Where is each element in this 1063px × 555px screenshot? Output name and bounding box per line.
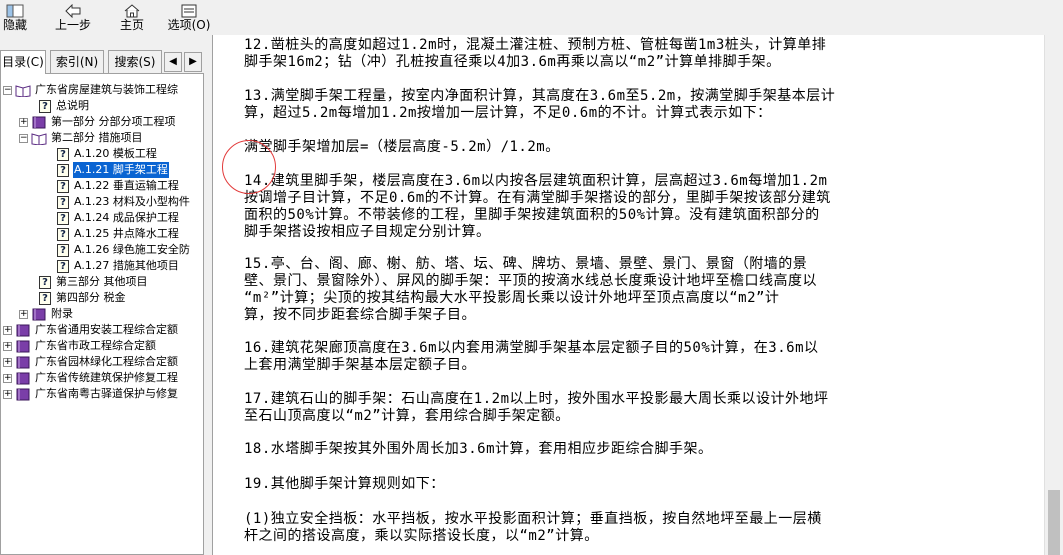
hide-button[interactable]: 隐藏	[0, 0, 30, 33]
help-page-icon: ?	[39, 291, 51, 305]
paragraph-19: 19.其他脚手架计算规则如下：	[244, 476, 445, 492]
nav-tabs: 目录(C) 索引(N) 搜索(S) ◀ ▶	[0, 50, 204, 74]
options-icon	[180, 4, 198, 18]
back-arrow-icon	[64, 4, 82, 18]
expand-icon[interactable]: +	[3, 389, 12, 399]
tab-search[interactable]: 搜索(S)	[108, 50, 162, 73]
paragraph-17: 17.建筑石山的脚手架：石山高度在1.2m以上时，按外围水平投影最大周长乘以设计…	[244, 391, 829, 424]
help-page-icon: ?	[57, 227, 69, 241]
tree-node-a123[interactable]: ? A.1.23 材料及小型构件	[57, 194, 191, 210]
expand-icon[interactable]: +	[3, 341, 12, 351]
help-page-icon: ?	[57, 243, 69, 257]
paragraph-15: 15.亭、台、阁、廊、榭、舫、塔、坛、碑、牌坊、景墙、景壁、景门、景窗（附墙的景…	[244, 256, 817, 323]
help-page-icon: ?	[39, 275, 51, 289]
closed-book-icon	[32, 308, 46, 320]
tree-node-other-3[interactable]: + 广东省园林绿化工程综合定额	[3, 354, 179, 370]
red-circle-annotation	[222, 140, 276, 194]
tree-node-appendix[interactable]: + 附录	[19, 306, 74, 322]
collapse-icon[interactable]: −	[19, 133, 28, 143]
collapse-icon[interactable]: −	[3, 85, 12, 95]
tree-node-a122[interactable]: ? A.1.22 垂直运输工程	[57, 178, 180, 194]
paragraph-13: 13.满堂脚手架工程量，按室内净面积计算，其高度在3.6m至5.2m，按满堂脚手…	[244, 88, 836, 121]
contents-tree: − 广东省房屋建筑与装饰工程综 ? 总说明 + 第一部分 分部分项工程项 − 第…	[0, 73, 204, 555]
tree-node-part1[interactable]: + 第一部分 分部分项工程项	[19, 114, 177, 130]
tree-node-a127[interactable]: ? A.1.27 措施其他项目	[57, 258, 180, 274]
help-page-icon: ?	[57, 147, 69, 161]
options-button[interactable]: 选项(O)	[166, 0, 212, 33]
closed-book-icon	[16, 388, 30, 400]
tab-scroll-left-button[interactable]: ◀	[164, 52, 182, 72]
tree-node-a124[interactable]: ? A.1.24 成品保护工程	[57, 210, 180, 226]
closed-book-icon	[32, 116, 46, 128]
home-icon	[123, 4, 141, 18]
scrollbar-thumb[interactable]	[1048, 490, 1060, 555]
help-content-pane: 12.凿桩头的高度如超过1.2m时，混凝土灌注桩、预制方桩、管桩每凿1m3桩头，…	[212, 35, 1045, 555]
tab-index[interactable]: 索引(N)	[50, 50, 104, 73]
closed-book-icon	[16, 324, 30, 336]
help-page-icon: ?	[57, 259, 69, 273]
tree-node-a125[interactable]: ? A.1.25 井点降水工程	[57, 226, 180, 242]
hide-icon	[6, 4, 24, 18]
tree-node-other-4[interactable]: + 广东省传统建筑保护修复工程	[3, 370, 179, 386]
expand-icon[interactable]: +	[3, 325, 12, 335]
paragraph-19-1: (1)独立安全挡板：水平挡板，按水平投影面积计算；垂直挡板，按自然地坪至最上一层…	[244, 511, 822, 544]
paragraph-16: 16.建筑花架廊顶高度在3.6m以内套用满堂脚手架基本层定额子目的50%计算，在…	[244, 340, 819, 373]
help-page-icon: ?	[57, 163, 69, 177]
navigation-pane: 目录(C) 索引(N) 搜索(S) ◀ ▶ − 广东省房屋建筑与装饰工程综 ? …	[0, 40, 204, 555]
tree-node-a121-selected[interactable]: ? A.1.21 脚手架工程	[57, 162, 169, 178]
tab-contents[interactable]: 目录(C)	[0, 50, 46, 74]
tree-node-other-1[interactable]: + 广东省通用安装工程综合定额	[3, 322, 179, 338]
tree-node-a126[interactable]: ? A.1.26 绿色施工安全防	[57, 242, 191, 258]
help-page-icon: ?	[39, 99, 51, 113]
closed-book-icon	[16, 340, 30, 352]
expand-icon[interactable]: +	[3, 357, 12, 367]
tree-node-root[interactable]: − 广东省房屋建筑与装饰工程综	[3, 82, 179, 98]
open-book-icon	[31, 132, 47, 145]
back-button[interactable]: 上一步	[53, 0, 93, 33]
paragraph-14: 14.建筑里脚手架，楼层高度在3.6m以内按各层建筑面积计算，层高超过3.6m每…	[244, 173, 831, 240]
home-button[interactable]: 主页	[117, 0, 147, 33]
expand-icon[interactable]: +	[19, 309, 28, 319]
paragraph-12: 12.凿桩头的高度如超过1.2m时，混凝土灌注桩、预制方桩、管桩每凿1m3桩头，…	[244, 37, 827, 70]
paragraph-18: 18.水塔脚手架按其外围外周长加3.6m计算，套用相应步距综合脚手架。	[244, 441, 713, 457]
toolbar: 隐藏 上一步 主页 选项(O)	[0, 0, 1063, 33]
vertical-scrollbar[interactable]	[1044, 35, 1063, 555]
open-book-icon	[15, 84, 31, 97]
expand-icon[interactable]: +	[3, 373, 12, 383]
closed-book-icon	[16, 372, 30, 384]
tree-node-part2[interactable]: − 第二部分 措施项目	[19, 130, 144, 146]
tree-node-a120[interactable]: ? A.1.20 模板工程	[57, 146, 158, 162]
tree-node-other-5[interactable]: + 广东省南粤古驿道保护与修复	[3, 386, 179, 402]
expand-icon[interactable]: +	[19, 117, 28, 127]
help-page-icon: ?	[57, 211, 69, 225]
formula-line: 满堂脚手架增加层=（楼层高度-5.2m）/1.2m。	[244, 139, 560, 155]
tree-node-part4[interactable]: ? 第四部分 税金	[39, 290, 127, 306]
help-page-icon: ?	[57, 179, 69, 193]
closed-book-icon	[16, 356, 30, 368]
tree-node-part3[interactable]: ? 第三部分 其他项目	[39, 274, 149, 290]
help-page-icon: ?	[57, 195, 69, 209]
tree-node-other-2[interactable]: + 广东省市政工程综合定额	[3, 338, 157, 354]
tab-scroll-right-button[interactable]: ▶	[184, 52, 202, 72]
tree-node-general[interactable]: ? 总说明	[39, 98, 90, 114]
